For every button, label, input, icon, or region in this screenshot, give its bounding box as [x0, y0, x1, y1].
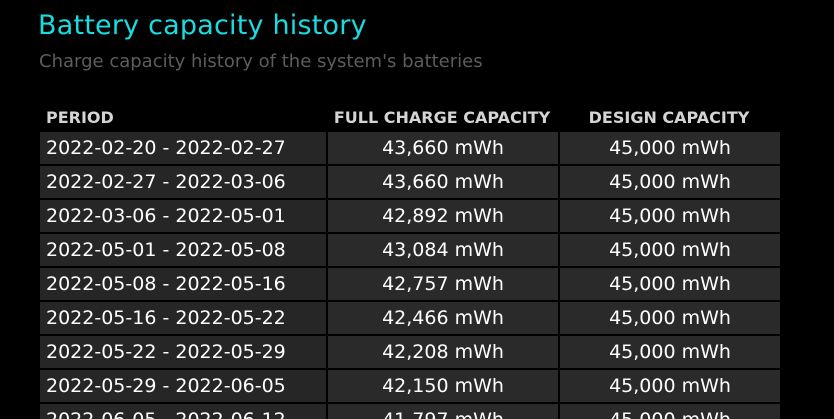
full-charge-capacity-cell: 42,466 mWh	[326, 302, 558, 334]
table-row: 2022-05-29 - 2022-06-05 42,150 mWh 45,00…	[40, 370, 780, 402]
period-cell: 2022-06-05 - 2022-06-12	[40, 404, 326, 419]
design-capacity-cell: 45,000 mWh	[558, 132, 780, 164]
table-body: 2022-02-20 - 2022-02-27 43,660 mWh 45,00…	[40, 132, 780, 419]
full-charge-capacity-cell: 41,797 mWh	[326, 404, 558, 419]
table-row: 2022-06-05 - 2022-06-12 41,797 mWh 45,00…	[40, 404, 780, 419]
full-charge-capacity-cell: 42,150 mWh	[326, 370, 558, 402]
full-charge-capacity-cell: 42,208 mWh	[326, 336, 558, 368]
period-cell: 2022-02-27 - 2022-03-06	[40, 166, 326, 198]
battery-report-page: Battery capacity history Charge capacity…	[0, 0, 834, 419]
column-header-full-charge-capacity: FULL CHARGE CAPACITY	[333, 107, 551, 127]
period-cell: 2022-05-16 - 2022-05-22	[40, 302, 326, 334]
full-charge-capacity-cell: 42,757 mWh	[326, 268, 558, 300]
period-cell: 2022-05-29 - 2022-06-05	[40, 370, 326, 402]
full-charge-capacity-cell: 43,660 mWh	[326, 132, 558, 164]
full-charge-capacity-cell: 42,892 mWh	[326, 200, 558, 232]
full-charge-capacity-cell: 43,084 mWh	[326, 234, 558, 266]
period-cell: 2022-05-01 - 2022-05-08	[40, 234, 326, 266]
section-title: Battery capacity history	[38, 10, 367, 41]
period-cell: 2022-05-22 - 2022-05-29	[40, 336, 326, 368]
period-cell: 2022-05-08 - 2022-05-16	[40, 268, 326, 300]
design-capacity-cell: 45,000 mWh	[558, 404, 780, 419]
column-header-period: PERIOD	[46, 107, 114, 127]
design-capacity-cell: 45,000 mWh	[558, 370, 780, 402]
period-cell: 2022-02-20 - 2022-02-27	[40, 132, 326, 164]
table-row: 2022-05-16 - 2022-05-22 42,466 mWh 45,00…	[40, 302, 780, 334]
period-cell: 2022-03-06 - 2022-05-01	[40, 200, 326, 232]
table-header-row: PERIOD FULL CHARGE CAPACITY DESIGN CAPAC…	[40, 104, 780, 130]
design-capacity-cell: 45,000 mWh	[558, 166, 780, 198]
design-capacity-cell: 45,000 mWh	[558, 234, 780, 266]
design-capacity-cell: 45,000 mWh	[558, 336, 780, 368]
column-header-design-capacity: DESIGN CAPACITY	[588, 107, 750, 127]
table-row: 2022-05-22 - 2022-05-29 42,208 mWh 45,00…	[40, 336, 780, 368]
table-row: 2022-02-20 - 2022-02-27 43,660 mWh 45,00…	[40, 132, 780, 164]
section-subtitle: Charge capacity history of the system's …	[39, 51, 483, 72]
capacity-history-table: PERIOD FULL CHARGE CAPACITY DESIGN CAPAC…	[40, 102, 780, 419]
table-row: 2022-05-01 - 2022-05-08 43,084 mWh 45,00…	[40, 234, 780, 266]
full-charge-capacity-cell: 43,660 mWh	[326, 166, 558, 198]
design-capacity-cell: 45,000 mWh	[558, 200, 780, 232]
design-capacity-cell: 45,000 mWh	[558, 268, 780, 300]
table-row: 2022-02-27 - 2022-03-06 43,660 mWh 45,00…	[40, 166, 780, 198]
table-row: 2022-05-08 - 2022-05-16 42,757 mWh 45,00…	[40, 268, 780, 300]
design-capacity-cell: 45,000 mWh	[558, 302, 780, 334]
table-row: 2022-03-06 - 2022-05-01 42,892 mWh 45,00…	[40, 200, 780, 232]
